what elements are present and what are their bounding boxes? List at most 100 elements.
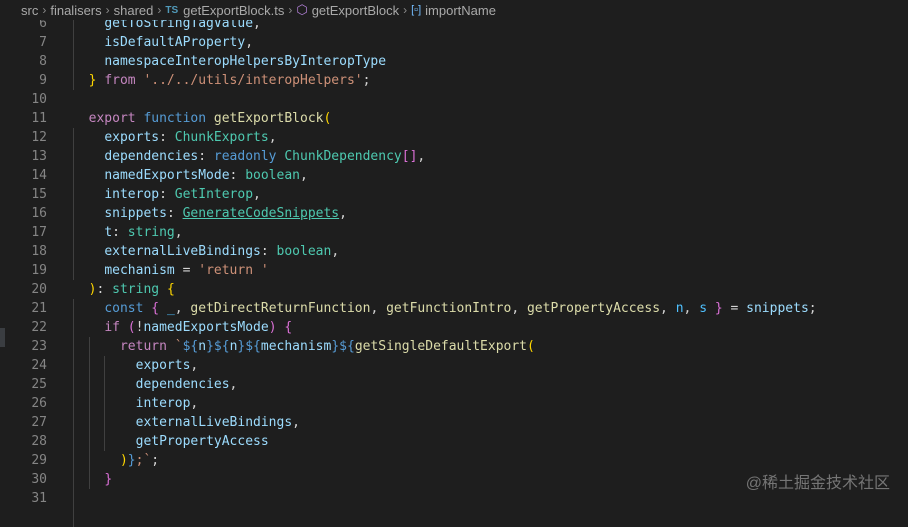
code-token: [] bbox=[401, 149, 418, 164]
code-token: '../../utils/interopHelpers' bbox=[143, 73, 363, 88]
code-line[interactable]: 8 namespaceInteropHelpersByInteropType bbox=[0, 52, 908, 71]
code-token: , bbox=[292, 415, 300, 430]
code-line[interactable]: 22 if (!namedExportsMode) { bbox=[0, 318, 908, 337]
line-number: 10 bbox=[31, 92, 47, 107]
indent-guide bbox=[73, 128, 74, 280]
breadcrumb-shared[interactable]: shared bbox=[114, 3, 154, 18]
code-token: ) bbox=[119, 453, 128, 468]
indent-guide bbox=[88, 337, 90, 489]
line-number: 17 bbox=[31, 225, 47, 240]
code-line[interactable]: 24 exports, bbox=[0, 356, 908, 375]
code-text: getPropertyAccess bbox=[73, 432, 269, 451]
code-line[interactable]: 9 } from '../../utils/interopHelpers'; bbox=[0, 71, 908, 90]
line-number: 15 bbox=[31, 187, 47, 202]
code-line[interactable]: 14 namedExportsMode: boolean, bbox=[0, 166, 908, 185]
watermark: @稀土掘金技术社区 bbox=[745, 475, 890, 492]
variable-icon: [▫] bbox=[411, 4, 422, 16]
line-number: 19 bbox=[31, 263, 47, 278]
code-token: boolean bbox=[276, 244, 332, 259]
code-text: dependencies: readonly ChunkDependency[]… bbox=[73, 147, 425, 166]
code-editor[interactable]: 6 getToStringTagValue, 7 isDefaultAProper… bbox=[0, 0, 908, 527]
code-token: : bbox=[166, 206, 183, 221]
code-line[interactable]: 27 externalLiveBindings, bbox=[0, 413, 908, 432]
code-line[interactable]: 7 isDefaultAProperty, bbox=[0, 33, 908, 52]
chevron-right-icon: › bbox=[42, 3, 47, 17]
code-text: export function getExportBlock( bbox=[73, 109, 332, 128]
code-token: , bbox=[190, 358, 199, 373]
code-line[interactable]: 18 externalLiveBindings: boolean, bbox=[0, 242, 908, 261]
code-token: export bbox=[88, 111, 136, 126]
code-token: , bbox=[370, 301, 387, 316]
code-token: GenerateCodeSnippets bbox=[182, 206, 340, 221]
code-token: function bbox=[143, 111, 207, 126]
code-token: : bbox=[159, 187, 175, 202]
code-token: ; bbox=[362, 73, 371, 88]
code-token: ` bbox=[174, 339, 183, 354]
code-line[interactable]: 20 ): string { bbox=[0, 280, 908, 299]
code-token: , bbox=[339, 206, 347, 221]
code-token: , bbox=[245, 35, 254, 50]
code-token: isDefaultAProperty bbox=[104, 35, 246, 50]
code-line[interactable]: 25 dependencies, bbox=[0, 375, 908, 394]
code-token: 'return ' bbox=[198, 263, 269, 278]
line-number: 8 bbox=[39, 54, 47, 69]
code-text: } bbox=[73, 470, 112, 489]
code-token: _ bbox=[166, 301, 175, 316]
code-line[interactable]: 19 mechanism = 'return ' bbox=[0, 261, 908, 280]
line-number: 23 bbox=[31, 339, 47, 354]
code-token: dependencies bbox=[135, 377, 230, 392]
code-text: namespaceInteropHelpersByInteropType bbox=[73, 52, 386, 71]
gutter-marker bbox=[0, 328, 5, 347]
code-token: , bbox=[190, 396, 199, 411]
code-line[interactable]: 12 exports: ChunkExports, bbox=[0, 128, 908, 147]
code-line[interactable]: 11 export function getExportBlock( bbox=[0, 109, 908, 128]
breadcrumb-src[interactable]: src bbox=[21, 3, 38, 18]
code-line[interactable]: 23 return `${n}${n}${mechanism}${getSing… bbox=[0, 337, 908, 356]
code-token: , bbox=[268, 130, 277, 145]
breadcrumb-function[interactable]: getExportBlock bbox=[312, 3, 399, 18]
code-line[interactable]: 28 getPropertyAccess bbox=[0, 432, 908, 451]
code-line[interactable]: 10 bbox=[0, 90, 908, 109]
code-line[interactable]: 16 snippets: GenerateCodeSnippets, bbox=[0, 204, 908, 223]
breadcrumb-symbol[interactable]: importName bbox=[425, 3, 496, 18]
code-line[interactable]: 17 t: string, bbox=[0, 223, 908, 242]
line-number: 12 bbox=[31, 130, 47, 145]
code-text: interop: GetInterop, bbox=[73, 185, 261, 204]
code-token: ; bbox=[808, 301, 817, 316]
code-token: ${ bbox=[213, 339, 230, 354]
code-token: : bbox=[198, 149, 214, 164]
indent-guide bbox=[73, 299, 74, 508]
breadcrumb-file[interactable]: getExportBlock.ts bbox=[183, 3, 284, 18]
code-token: { bbox=[151, 301, 160, 316]
code-token: ( bbox=[127, 320, 136, 335]
code-token: if bbox=[104, 320, 120, 335]
code-token: } bbox=[714, 301, 723, 316]
code-line[interactable]: 13 dependencies: readonly ChunkDependenc… bbox=[0, 147, 908, 166]
line-number: 24 bbox=[31, 358, 47, 373]
code-text: exports: ChunkExports, bbox=[73, 128, 277, 147]
code-text: externalLiveBindings: boolean, bbox=[73, 242, 339, 261]
code-line[interactable]: 26 interop, bbox=[0, 394, 908, 413]
ts-file-icon: TS bbox=[165, 4, 179, 16]
chevron-right-icon: › bbox=[157, 3, 162, 17]
chevron-right-icon: › bbox=[288, 3, 293, 17]
code-token: GetInterop bbox=[174, 187, 254, 202]
indent-guide bbox=[73, 489, 74, 527]
code-line[interactable]: 29 )};`; bbox=[0, 451, 908, 470]
code-text: )};`; bbox=[73, 451, 159, 470]
code-token: namedExportsMode bbox=[104, 168, 230, 183]
line-number: 7 bbox=[39, 35, 47, 50]
code-line[interactable]: 21 const { _, getDirectReturnFunction, g… bbox=[0, 299, 908, 318]
line-number: 22 bbox=[31, 320, 47, 335]
code-line[interactable]: 15 interop: GetInterop, bbox=[0, 185, 908, 204]
breadcrumb-finalisers[interactable]: finalisers bbox=[50, 3, 101, 18]
